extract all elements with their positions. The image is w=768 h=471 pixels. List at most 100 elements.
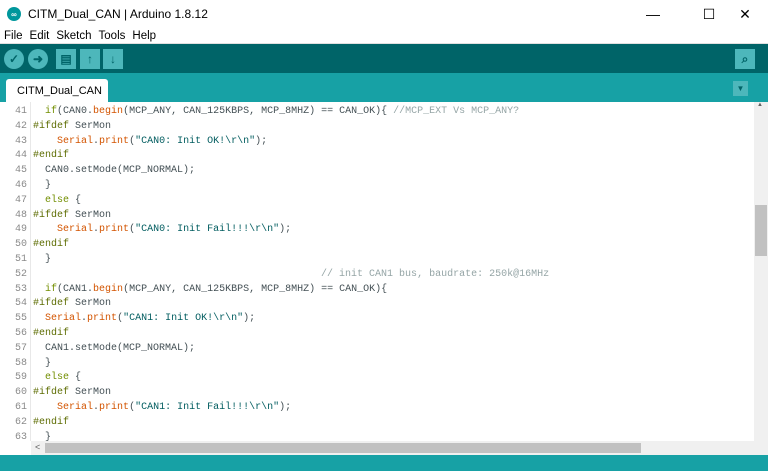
code-token: Serial — [57, 135, 94, 147]
code-token: #ifdef — [33, 209, 70, 221]
code-token: ); — [243, 313, 256, 325]
code-token: #endif — [33, 239, 70, 251]
code-token: print — [87, 313, 118, 325]
code-token: begin — [93, 106, 124, 117]
code-line: 62 #endif — [0, 415, 754, 430]
code-text: #ifdef SerMon — [33, 385, 111, 400]
line-number: 47 — [14, 194, 27, 206]
code-token: print — [99, 402, 130, 413]
code-line: 57 CAN1.setMode(MCP_NORMAL); — [0, 341, 754, 356]
code-token: "CAN0: Init Fail!!!\r\n" — [135, 224, 280, 236]
code-text: #ifdef SerMon — [33, 208, 111, 223]
code-line: 52 // init CAN1 bus, baudrate: 250k@16MH… — [0, 267, 754, 282]
code-token: ); — [279, 402, 292, 413]
tab-bar: CITM_Dual_CAN ▼ — [0, 73, 768, 102]
code-token: { — [69, 372, 82, 384]
code-token: (CAN1. — [57, 283, 94, 295]
code-token: Serial — [57, 402, 94, 413]
line-number: 53 — [14, 283, 27, 295]
code-line: 41 if(CAN0.begin(MCP_ANY, CAN_125KBPS, M… — [0, 104, 754, 119]
code-line: 53 if(CAN1.begin(MCP_ANY, CAN_125KBPS, M… — [0, 282, 754, 297]
line-number: 57 — [14, 342, 27, 354]
toolbar: ✓ ➜ ▤ ↑ ↓ ⌕ — [0, 44, 768, 73]
code-token: if — [45, 283, 58, 295]
scroll-up-arrow-icon[interactable]: ▲ — [757, 102, 763, 108]
code-line: 58 } — [0, 356, 754, 371]
code-line: 49 Serial.print("CAN0: Init Fail!!!\r\n"… — [0, 222, 754, 237]
line-number: 42 — [14, 120, 27, 132]
window-title: CITM_Dual_CAN | Arduino 1.8.12 — [28, 7, 208, 21]
code-token: SerMon — [69, 298, 112, 310]
code-token: } — [33, 180, 52, 191]
code-token: print — [99, 135, 130, 147]
code-token: if — [45, 106, 58, 117]
code-token: else — [45, 372, 70, 384]
tab-menu-chevron-down-icon[interactable]: ▼ — [733, 81, 748, 96]
code-line: 61 Serial.print("CAN1: Init Fail!!!\r\n"… — [0, 400, 754, 415]
line-number: 63 — [14, 431, 27, 441]
code-line: 56 #endif — [0, 326, 754, 341]
close-button[interactable]: ✕ — [722, 0, 768, 28]
menu-sketch[interactable]: Sketch — [52, 30, 94, 42]
code-token: } — [33, 357, 52, 369]
code-line: 63 } — [0, 430, 754, 441]
code-editor[interactable]: 41 if(CAN0.begin(MCP_ANY, CAN_125KBPS, M… — [0, 102, 754, 441]
code-text: // init CAN1 bus, baudrate: 250k@16MHz — [33, 267, 549, 282]
code-line: 60 #ifdef SerMon — [0, 385, 754, 400]
code-token: CAN1.setMode(MCP_NORMAL); — [33, 342, 196, 354]
code-token: Serial — [57, 224, 94, 236]
code-text: } — [33, 252, 51, 267]
arduino-logo-icon: ∞ — [7, 7, 21, 21]
line-number: 55 — [14, 313, 27, 325]
code-text: else { — [33, 193, 81, 208]
tab-citm-dual-can[interactable]: CITM_Dual_CAN — [6, 79, 108, 102]
code-line: 50 #endif — [0, 237, 754, 252]
code-line: 51 } — [0, 252, 754, 267]
code-line: 43 Serial.print("CAN0: Init OK!\r\n"); — [0, 134, 754, 149]
line-number: 54 — [14, 298, 27, 310]
code-line: 48 #ifdef SerMon — [0, 208, 754, 223]
line-number: 50 — [14, 239, 27, 251]
open-icon[interactable]: ↑ — [80, 49, 100, 69]
upload-icon[interactable]: ➜ — [28, 49, 48, 69]
code-token: #endif — [33, 416, 70, 428]
line-number: 52 — [14, 268, 27, 280]
minimize-button[interactable]: — — [630, 0, 676, 28]
code-text: #ifdef SerMon — [33, 119, 111, 134]
menu-file[interactable]: File — [0, 30, 26, 42]
horizontal-scroll-thumb[interactable] — [45, 443, 641, 453]
horizontal-scrollbar[interactable]: < — [31, 441, 754, 455]
scroll-left-arrow-icon[interactable]: < — [35, 442, 40, 452]
code-token: } — [33, 254, 52, 265]
menu-edit[interactable]: Edit — [26, 30, 53, 42]
menu-tools[interactable]: Tools — [95, 30, 129, 42]
code-line: 47 else { — [0, 193, 754, 208]
code-token: #ifdef — [33, 120, 70, 132]
line-number: 56 — [14, 328, 27, 339]
vertical-scrollbar[interactable]: ▲ — [754, 102, 768, 441]
new-sketch-icon[interactable]: ▤ — [56, 49, 76, 69]
code-text: } — [33, 356, 51, 371]
code-token: begin — [93, 283, 124, 295]
line-number: 60 — [14, 387, 27, 399]
code-token: else — [45, 194, 70, 206]
code-token: print — [99, 224, 130, 236]
code-line: 45 CAN0.setMode(MCP_NORMAL); — [0, 163, 754, 178]
code-token: CAN0.setMode(MCP_NORMAL); — [33, 165, 196, 177]
line-number: 46 — [14, 180, 27, 191]
code-token: #ifdef — [33, 387, 70, 399]
save-icon[interactable]: ↓ — [103, 49, 123, 69]
code-text: Serial.print("CAN1: Init Fail!!!\r\n"); — [33, 400, 291, 415]
code-text: #endif — [33, 148, 69, 163]
line-number: 43 — [14, 135, 27, 147]
verify-icon[interactable]: ✓ — [4, 49, 24, 69]
line-number: 45 — [14, 165, 27, 177]
vertical-scroll-thumb[interactable] — [755, 205, 767, 256]
menu-help[interactable]: Help — [128, 30, 159, 42]
serial-monitor-icon[interactable]: ⌕ — [735, 49, 755, 69]
